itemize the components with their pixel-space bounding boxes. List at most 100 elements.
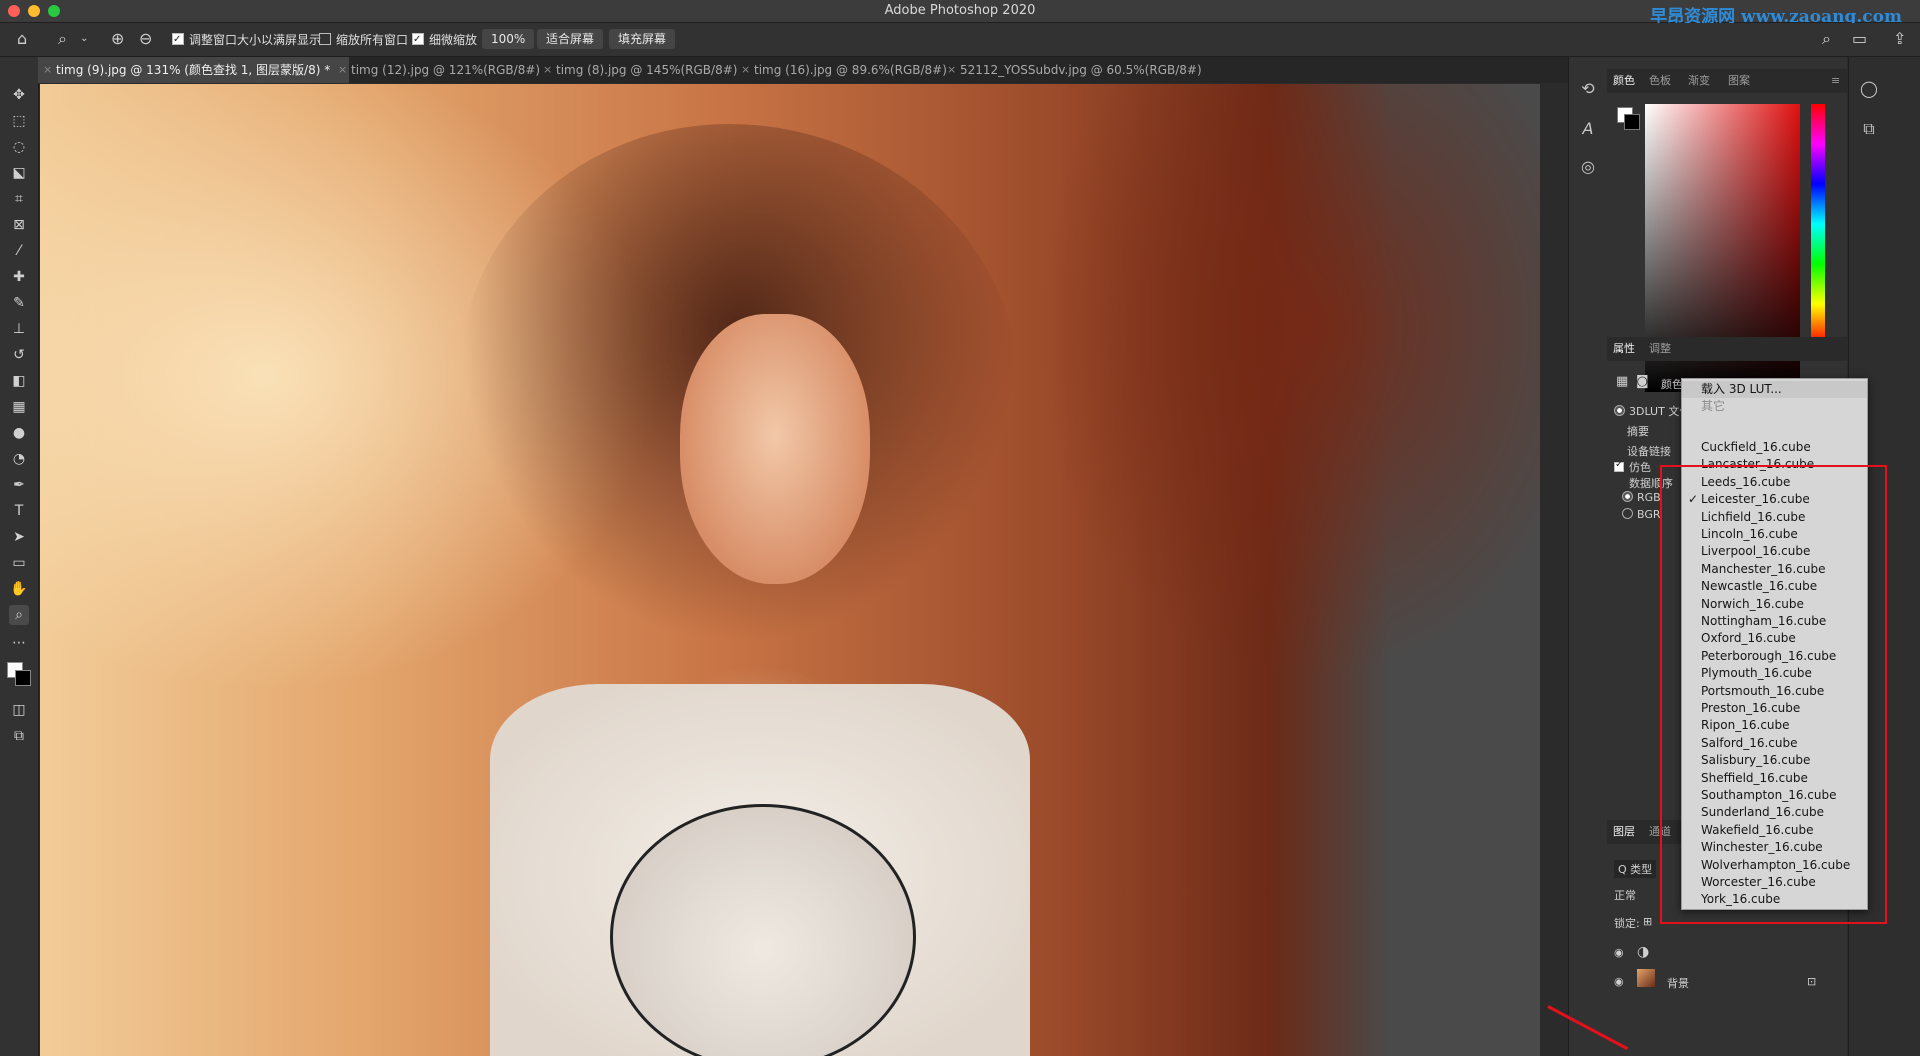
marquee-tool-icon[interactable]: ⬚ bbox=[9, 111, 29, 131]
frame-tool-icon[interactable]: ⊠ bbox=[9, 215, 29, 235]
grid-icon: ▦ bbox=[1616, 374, 1629, 389]
fill-screen-button[interactable]: 填充屏幕 bbox=[609, 29, 676, 49]
photo-face-region bbox=[680, 314, 870, 584]
close-tab-icon[interactable]: × bbox=[741, 57, 750, 83]
lock-transparency-icon[interactable]: ⊞ bbox=[1643, 915, 1652, 928]
zoom-all-windows-label: 缩放所有窗口 bbox=[336, 33, 409, 47]
zoom-all-windows-checkbox[interactable]: 缩放所有窗口 bbox=[319, 30, 408, 50]
history-brush-tool-icon[interactable]: ↺ bbox=[9, 345, 29, 365]
zoom-in-icon[interactable]: ⊕ bbox=[111, 31, 124, 47]
close-tab-icon[interactable]: × bbox=[43, 57, 52, 83]
healing-brush-tool-icon[interactable]: ✚ bbox=[9, 267, 29, 287]
eyedropper-tool-icon[interactable]: ⁄ bbox=[9, 241, 29, 261]
properties-header-label: 颜色 bbox=[1661, 378, 1683, 391]
close-tab-icon[interactable]: × bbox=[338, 57, 347, 83]
layer-name-background[interactable]: 背景 bbox=[1667, 975, 1689, 991]
zoom-100-button[interactable]: 100% bbox=[482, 29, 535, 49]
bgr-label: BGR bbox=[1637, 508, 1661, 521]
tab-adjustments[interactable]: 调整 bbox=[1649, 337, 1671, 361]
home-icon[interactable]: ⌂ bbox=[17, 31, 27, 47]
lightbulb-icon[interactable]: ◯ bbox=[1859, 79, 1879, 99]
mask-icon: ◙ bbox=[1636, 374, 1649, 389]
device-link-option[interactable]: 设备链接 bbox=[1627, 443, 1671, 459]
adjustment-icon[interactable]: ◎ bbox=[1578, 157, 1598, 177]
character-icon[interactable]: A bbox=[1578, 119, 1598, 139]
tab-swatches[interactable]: 色板 bbox=[1649, 69, 1671, 93]
history-icon[interactable]: ⟲ bbox=[1578, 79, 1598, 99]
tab-label: timg (12).jpg @ 121%(RGB/8#) bbox=[351, 63, 541, 77]
dither-checkbox[interactable]: 仿色 bbox=[1614, 459, 1651, 475]
tab-patterns[interactable]: 图案 bbox=[1728, 69, 1750, 93]
rgb-option[interactable]: RGB bbox=[1622, 491, 1661, 504]
more-tools-icon[interactable]: ⋯ bbox=[9, 633, 29, 653]
blend-mode-select[interactable]: 正常 bbox=[1614, 887, 1636, 903]
dodge-tool-icon[interactable]: ◔ bbox=[9, 449, 29, 469]
lut-file-option[interactable]: 3DLUT 文件 bbox=[1614, 403, 1690, 419]
eye-icon[interactable]: ◉ bbox=[1614, 975, 1624, 988]
tab-gradients[interactable]: 渐变 bbox=[1688, 69, 1710, 93]
pen-tool-icon[interactable]: ✒ bbox=[9, 475, 29, 495]
zoom-tool-icon[interactable]: ⌕ bbox=[9, 605, 29, 625]
checkbox-checked[interactable] bbox=[172, 30, 184, 50]
background-color-swatch[interactable] bbox=[15, 670, 31, 686]
eraser-tool-icon[interactable]: ◧ bbox=[9, 371, 29, 391]
checkbox-checked[interactable] bbox=[1614, 459, 1624, 472]
document-tab[interactable]: × timg (8).jpg @ 145%(RGB/8#) bbox=[538, 57, 751, 83]
hand-tool-icon[interactable]: ✋ bbox=[9, 579, 29, 599]
document-tab[interactable]: × 52112_YOSSubdv.jpg @ 60.5%(RGB/8#) bbox=[942, 57, 1220, 83]
libraries-icon[interactable]: ⧉ bbox=[1859, 119, 1879, 139]
panel-menu-icon[interactable]: ≡ bbox=[1831, 69, 1840, 93]
gradient-tool-icon[interactable]: ▦ bbox=[9, 397, 29, 417]
share-icon[interactable]: ⇪ bbox=[1893, 31, 1906, 47]
tab-properties[interactable]: 属性 bbox=[1613, 337, 1635, 361]
adjustment-layer-icon: ◑ bbox=[1637, 944, 1650, 960]
tab-layers[interactable]: 图层 bbox=[1613, 820, 1635, 844]
rectangle-tool-icon[interactable]: ▭ bbox=[9, 553, 29, 573]
document-tab[interactable]: × timg (9).jpg @ 131% (颜色查找 1, 图层蒙版/8) * bbox=[38, 57, 349, 83]
lasso-tool-icon[interactable]: ◌ bbox=[9, 137, 29, 157]
fit-screen-button[interactable]: 适合屏幕 bbox=[537, 29, 604, 49]
radio-selected[interactable] bbox=[1614, 405, 1625, 416]
brush-tool-icon[interactable]: ✎ bbox=[9, 293, 29, 313]
resize-windows-checkbox[interactable]: 调整窗口大小以满屏显示 bbox=[172, 30, 321, 50]
layer-thumbnail bbox=[1637, 969, 1655, 987]
hue-slider[interactable] bbox=[1811, 104, 1825, 344]
abstract-option[interactable]: 摘要 bbox=[1627, 423, 1649, 439]
checkbox-checked[interactable] bbox=[412, 30, 424, 50]
bgr-option[interactable]: BGR bbox=[1622, 508, 1661, 521]
blur-tool-icon[interactable]: ● bbox=[9, 423, 29, 443]
tab-color[interactable]: 颜色 bbox=[1613, 69, 1635, 93]
resize-windows-label: 调整窗口大小以满屏显示 bbox=[189, 33, 322, 47]
radio-unselected[interactable] bbox=[1622, 508, 1633, 519]
layer-kind-filter[interactable]: Q 类型 bbox=[1614, 860, 1657, 878]
tab-label: timg (8).jpg @ 145%(RGB/8#) bbox=[556, 63, 738, 77]
zoom-out-icon[interactable]: ⊖ bbox=[139, 31, 152, 47]
object-selection-tool-icon[interactable]: ⬕ bbox=[9, 163, 29, 183]
path-selection-tool-icon[interactable]: ➤ bbox=[9, 527, 29, 547]
properties-panel-tabs: 属性 调整 bbox=[1607, 337, 1847, 361]
document-tab[interactable]: × timg (16).jpg @ 89.6%(RGB/8#) bbox=[736, 57, 954, 83]
document-tab[interactable]: × timg (12).jpg @ 121%(RGB/8#) bbox=[333, 57, 551, 83]
document-canvas[interactable] bbox=[40, 84, 1540, 1056]
clone-stamp-tool-icon[interactable]: ⊥ bbox=[9, 319, 29, 339]
scrubby-zoom-checkbox[interactable]: 细微缩放 bbox=[412, 30, 477, 50]
radio-selected[interactable] bbox=[1622, 491, 1633, 502]
chevron-down-icon[interactable]: ⌄ bbox=[80, 31, 88, 47]
crop-tool-icon[interactable]: ⌗ bbox=[9, 189, 29, 209]
quick-mask-icon[interactable]: ◫ bbox=[9, 700, 29, 720]
close-tab-icon[interactable]: × bbox=[947, 57, 956, 83]
eye-icon[interactable]: ◉ bbox=[1614, 946, 1624, 959]
background-color-chip[interactable] bbox=[1624, 114, 1640, 130]
zoom-tool-icon[interactable]: ⌕ bbox=[58, 31, 67, 47]
checkbox-unchecked[interactable] bbox=[319, 33, 331, 45]
search-icon[interactable]: ⌕ bbox=[1822, 31, 1831, 47]
screen-mode-icon[interactable]: ⧉ bbox=[9, 726, 29, 746]
tab-label: timg (9).jpg @ 131% (颜色查找 1, 图层蒙版/8) * bbox=[56, 63, 331, 77]
load-3d-lut-menu-item[interactable]: 载入 3D LUT... bbox=[1682, 381, 1867, 398]
lut-menu-item[interactable]: Cuckfield_16.cube bbox=[1682, 439, 1867, 456]
workspace-icon[interactable]: ▭ bbox=[1852, 31, 1867, 47]
close-tab-icon[interactable]: × bbox=[543, 57, 552, 83]
type-tool-icon[interactable]: T bbox=[9, 501, 29, 521]
options-bar: ⌂ ⌕ ⌄ ⊕ ⊖ 调整窗口大小以满屏显示 缩放所有窗口 细微缩放 100% 适… bbox=[0, 23, 1920, 57]
move-tool-icon[interactable]: ✥ bbox=[9, 85, 29, 105]
